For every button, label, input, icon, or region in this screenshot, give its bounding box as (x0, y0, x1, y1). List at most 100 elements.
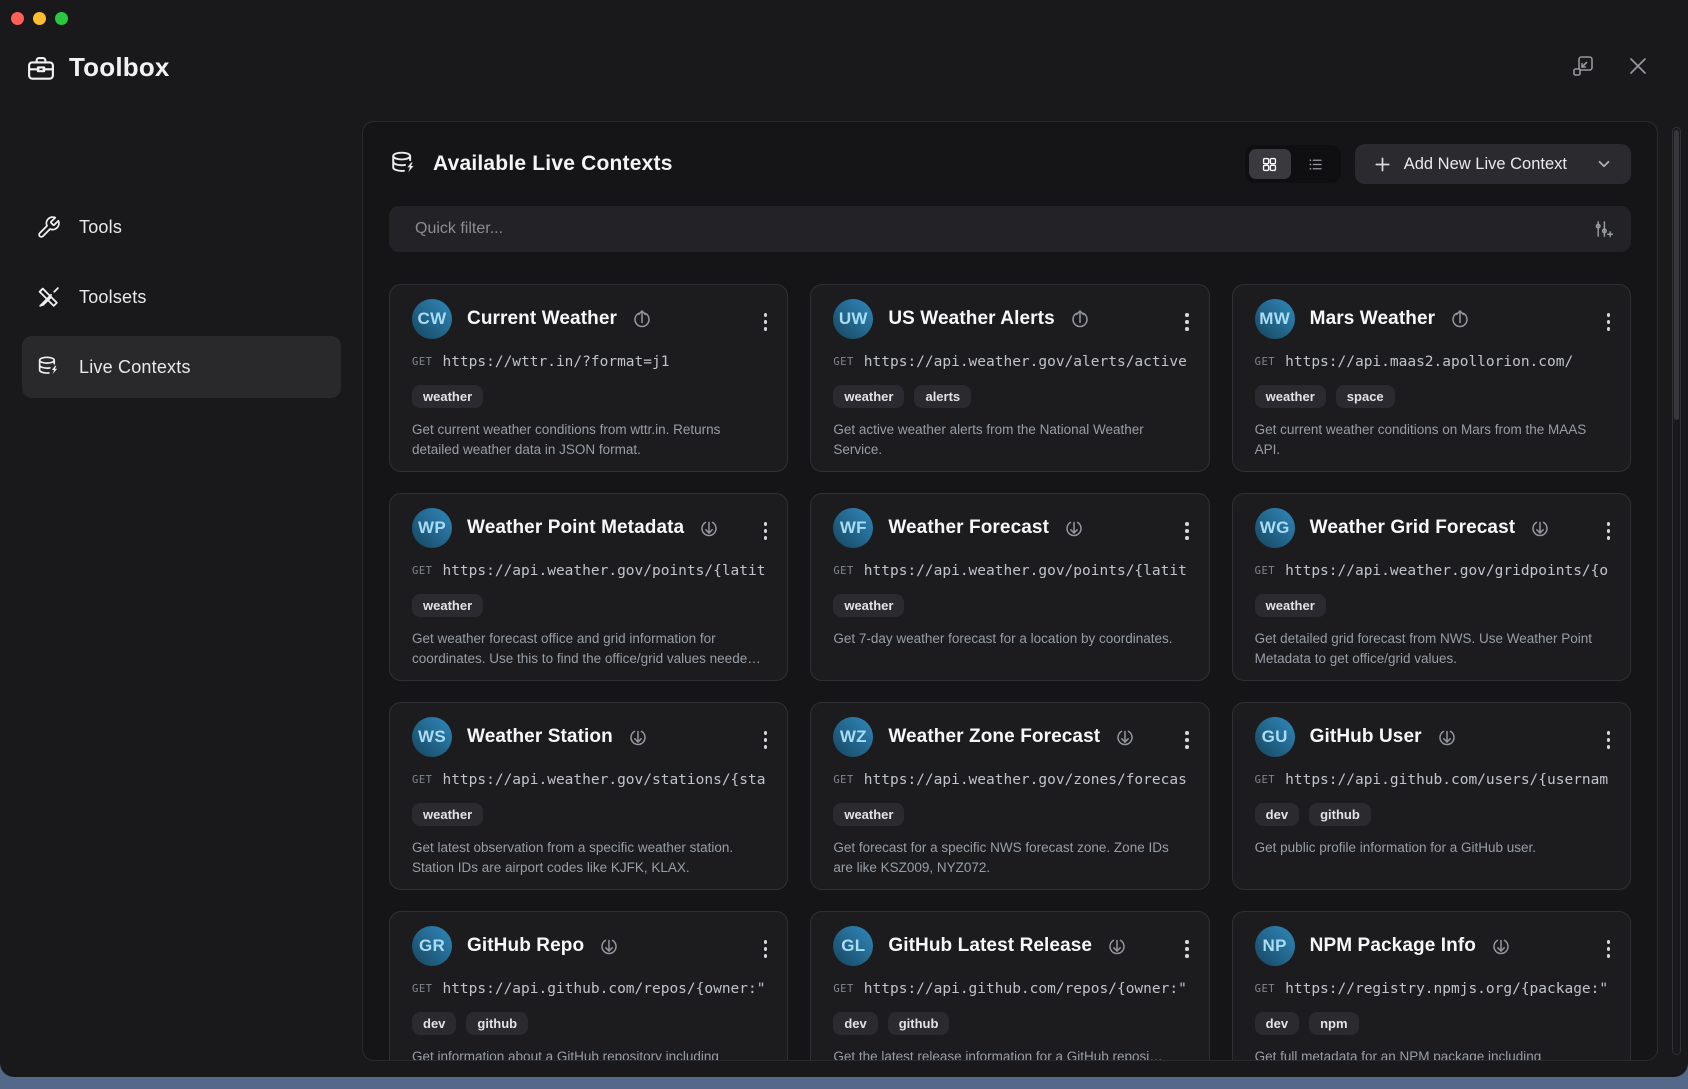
database-bolt-icon (36, 355, 61, 380)
avatar: WF (833, 508, 873, 548)
card-menu-button[interactable] (758, 307, 774, 337)
context-card[interactable]: WS Weather Station GET https://api.weath… (389, 702, 788, 890)
wrench-icon (36, 215, 61, 240)
avatar: WG (1255, 508, 1295, 548)
card-menu-button[interactable] (1179, 516, 1195, 546)
endpoint-url: https://api.weather.gov/points/{latitu… (442, 563, 765, 579)
tag-list: weather (412, 803, 765, 826)
context-card[interactable]: UW US Weather Alerts GET https://api.wea… (810, 284, 1209, 472)
transfer-arrow-icon (632, 309, 652, 329)
card-menu-button[interactable] (1601, 934, 1617, 964)
grid-view-button[interactable] (1249, 149, 1291, 179)
avatar: NP (1255, 926, 1295, 966)
list-view-button[interactable] (1295, 149, 1337, 179)
card-header: WS Weather Station (412, 717, 765, 757)
card-header: GU GitHub User (1255, 717, 1608, 757)
tag-pill: github (1309, 803, 1371, 826)
context-card[interactable]: WF Weather Forecast GET https://api.weat… (810, 493, 1209, 681)
endpoint-url: https://api.github.com/users/{username… (1285, 772, 1608, 788)
card-menu-button[interactable] (1601, 725, 1617, 755)
http-method-label: GET (412, 565, 432, 577)
tag-pill: github (888, 1012, 950, 1035)
tag-pill: weather (833, 803, 904, 826)
avatar: WP (412, 508, 452, 548)
filter-sliders-icon[interactable] (1592, 219, 1613, 239)
context-card[interactable]: MW Mars Weather GET https://api.maas2.ap… (1232, 284, 1631, 472)
card-menu-button[interactable] (1179, 725, 1195, 755)
zoom-traffic-button[interactable] (55, 12, 68, 25)
context-card[interactable]: GL GitHub Latest Release GET https://api… (810, 911, 1209, 1061)
shrink-window-button[interactable] (1567, 50, 1599, 82)
tag-pill: alerts (914, 385, 971, 408)
tag-pill: weather (412, 803, 483, 826)
avatar: GU (1255, 717, 1295, 757)
endpoint-row: GET https://registry.npmjs.org/{package:… (1255, 981, 1608, 997)
sidebar-item-tools[interactable]: Tools (22, 196, 341, 258)
http-method-label: GET (1255, 565, 1275, 577)
card-description: Get information about a GitHub repositor… (412, 1047, 765, 1061)
context-card[interactable]: WP Weather Point Metadata GET https://ap… (389, 493, 788, 681)
tag-pill: weather (412, 385, 483, 408)
transfer-arrow-icon (1070, 309, 1090, 329)
avatar: WS (412, 717, 452, 757)
tag-pill: dev (412, 1012, 456, 1035)
transfer-arrow-icon (1115, 727, 1135, 747)
context-card[interactable]: CW Current Weather GET https://wttr.in/?… (389, 284, 788, 472)
add-new-live-context-button[interactable]: Add New Live Context (1355, 144, 1631, 184)
card-header: GR GitHub Repo (412, 926, 765, 966)
card-description: Get the latest release information for a… (833, 1047, 1186, 1061)
panel-header: Available Live Contexts (389, 142, 1631, 186)
sidebar-item-live-contexts[interactable]: Live Contexts (22, 336, 341, 398)
card-menu-button[interactable] (1601, 307, 1617, 337)
shrink-window-icon (1571, 54, 1595, 78)
card-title: Weather Forecast (888, 517, 1049, 539)
card-header: WF Weather Forecast (833, 508, 1186, 548)
transfer-arrow-icon (1491, 936, 1511, 956)
close-icon (1626, 54, 1650, 78)
endpoint-row: GET https://api.weather.gov/points/{lati… (833, 563, 1186, 579)
scrollbar[interactable] (1672, 127, 1681, 1055)
context-card[interactable]: WG Weather Grid Forecast GET https://api… (1232, 493, 1631, 681)
tag-pill: weather (1255, 385, 1326, 408)
close-traffic-button[interactable] (11, 12, 24, 25)
minimize-traffic-button[interactable] (33, 12, 46, 25)
card-menu-button[interactable] (1179, 934, 1195, 964)
card-header: MW Mars Weather (1255, 299, 1608, 339)
card-header: NP NPM Package Info (1255, 926, 1608, 966)
avatar: UW (833, 299, 873, 339)
http-method-label: GET (1255, 983, 1275, 995)
card-header: GL GitHub Latest Release (833, 926, 1186, 966)
card-title: GitHub User (1310, 726, 1422, 748)
context-card[interactable]: WZ Weather Zone Forecast GET https://api… (810, 702, 1209, 890)
endpoint-row: GET https://api.weather.gov/points/{lati… (412, 563, 765, 579)
context-card[interactable]: GR GitHub Repo GET https://api.github.co… (389, 911, 788, 1061)
tag-list: devgithub (1255, 803, 1608, 826)
avatar: WZ (833, 717, 873, 757)
tag-list: weather (833, 594, 1186, 617)
sidebar-item-label: Tools (79, 217, 122, 238)
context-card[interactable]: GU GitHub User GET https://api.github.co… (1232, 702, 1631, 890)
quick-filter-input[interactable] (415, 220, 1592, 238)
tag-pill: weather (412, 594, 483, 617)
close-window-button[interactable] (1622, 50, 1654, 82)
card-menu-button[interactable] (758, 725, 774, 755)
context-card[interactable]: NP NPM Package Info GET https://registry… (1232, 911, 1631, 1061)
chevron-down-icon (1595, 155, 1613, 173)
card-description: Get detailed grid forecast from NWS. Use… (1255, 629, 1608, 668)
card-menu-button[interactable] (1601, 516, 1617, 546)
quick-filter-bar (389, 206, 1631, 252)
avatar: GL (833, 926, 873, 966)
transfer-arrow-icon (1437, 727, 1457, 747)
endpoint-url: https://api.github.com/repos/{owner:"O… (442, 981, 765, 997)
sidebar-item-toolsets[interactable]: Toolsets (22, 266, 341, 328)
card-menu-button[interactable] (758, 934, 774, 964)
card-header: CW Current Weather (412, 299, 765, 339)
card-title: US Weather Alerts (888, 308, 1054, 330)
tag-pill: space (1336, 385, 1395, 408)
tag-list: weather space (1255, 385, 1608, 408)
scrollbar-thumb[interactable] (1674, 130, 1679, 420)
card-title: Weather Grid Forecast (1310, 517, 1516, 539)
card-menu-button[interactable] (1179, 307, 1195, 337)
context-cards-grid: CW Current Weather GET https://wttr.in/?… (389, 284, 1631, 1061)
card-menu-button[interactable] (758, 516, 774, 546)
